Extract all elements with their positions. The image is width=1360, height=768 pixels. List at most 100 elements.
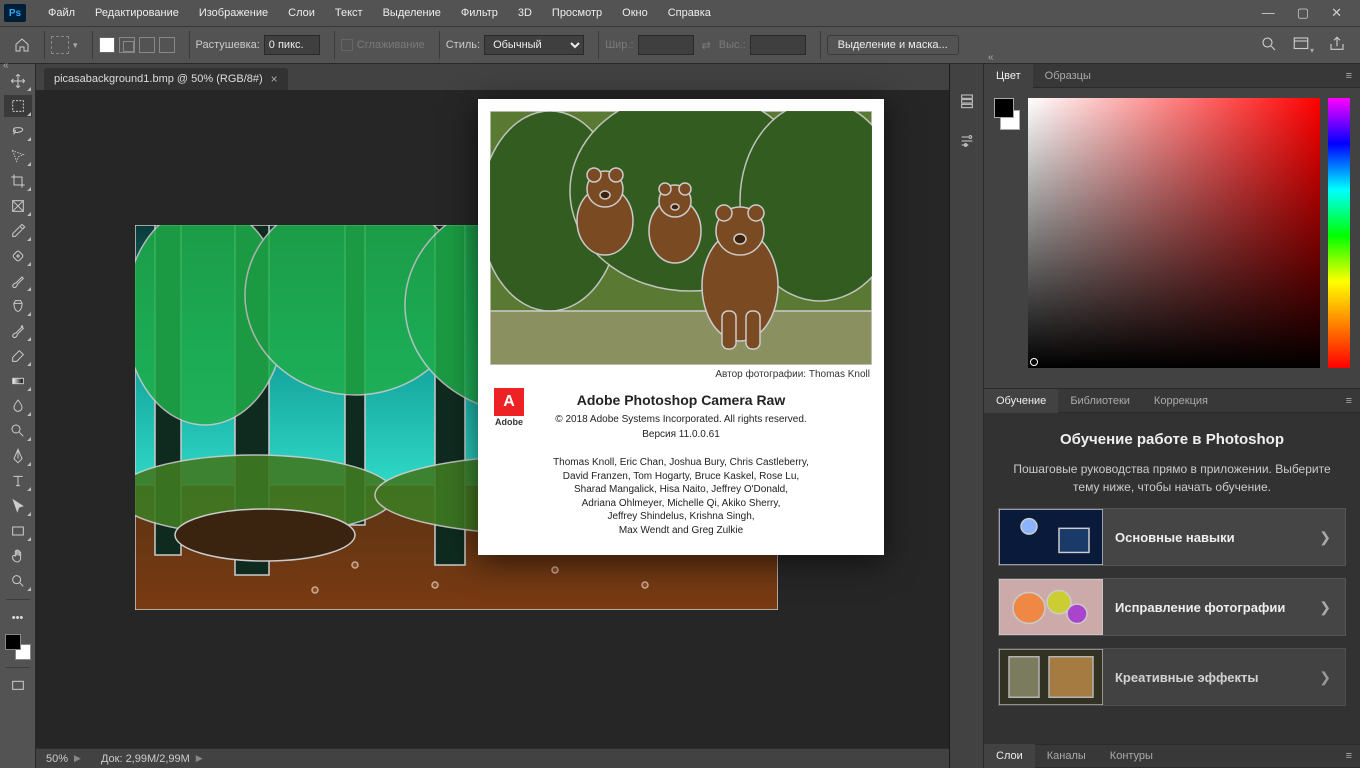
dialog-title: Adobe Photoshop Camera Raw bbox=[498, 390, 864, 410]
menu-file[interactable]: Файл bbox=[38, 3, 85, 23]
panel-menu-icon[interactable]: ≡ bbox=[1338, 395, 1360, 407]
zoom-value[interactable]: 50% bbox=[46, 753, 68, 765]
card-label: Основные навыки bbox=[1103, 530, 1305, 545]
panel-menu-icon[interactable]: ≡ bbox=[1338, 750, 1360, 762]
tool-crop[interactable] bbox=[4, 170, 32, 192]
selection-intersect-icon[interactable] bbox=[159, 37, 175, 53]
panel-menu-icon[interactable]: ≡ bbox=[1338, 70, 1360, 82]
select-and-mask-button[interactable]: Выделение и маска... bbox=[827, 35, 959, 55]
tool-type[interactable] bbox=[4, 470, 32, 492]
hue-slider[interactable] bbox=[1328, 98, 1350, 368]
menu-help[interactable]: Справка bbox=[658, 3, 721, 23]
home-button[interactable] bbox=[8, 32, 36, 58]
tool-marquee[interactable] bbox=[4, 95, 32, 117]
menu-view[interactable]: Просмотр bbox=[542, 3, 612, 23]
window-close-icon[interactable]: ✕ bbox=[1331, 5, 1342, 21]
tool-eraser[interactable] bbox=[4, 345, 32, 367]
selection-new-icon[interactable] bbox=[99, 37, 115, 53]
tab-learn[interactable]: Обучение bbox=[984, 389, 1058, 413]
color-field[interactable] bbox=[1028, 98, 1320, 368]
learn-card-basics[interactable]: Основные навыки ❯ bbox=[998, 508, 1346, 566]
window-minimize-icon[interactable]: ― bbox=[1262, 5, 1275, 21]
dialog-copyright: © 2018 Adobe Systems Incorporated. All r… bbox=[498, 413, 864, 428]
tab-libraries[interactable]: Библиотеки bbox=[1058, 389, 1142, 413]
menu-window[interactable]: Окно bbox=[612, 3, 658, 23]
selection-add-icon[interactable] bbox=[119, 37, 135, 53]
close-tab-icon[interactable]: × bbox=[271, 72, 278, 86]
tool-blur[interactable] bbox=[4, 395, 32, 417]
tab-channels[interactable]: Каналы bbox=[1035, 744, 1098, 768]
tool-pen[interactable] bbox=[4, 445, 32, 467]
style-select[interactable]: Обычный bbox=[484, 35, 584, 55]
smooth-checkbox[interactable] bbox=[341, 39, 353, 51]
swap-wh-icon: ⇄ bbox=[698, 39, 715, 52]
options-bar: ▾ Растушевка: Сглаживание Стиль: Обычный… bbox=[0, 26, 1360, 64]
learn-card-creative[interactable]: Креативные эффекты ❯ bbox=[998, 648, 1346, 706]
card-label: Исправление фотографии bbox=[1103, 600, 1305, 615]
learn-card-fix-photo[interactable]: Исправление фотографии ❯ bbox=[998, 578, 1346, 636]
color-panel-tabs: Цвет Образцы ≡ bbox=[984, 64, 1360, 88]
mid-panel-tabs: Обучение Библиотеки Коррекция ≡ bbox=[984, 389, 1360, 413]
tool-screenmode[interactable] bbox=[4, 675, 32, 697]
color-swatches[interactable] bbox=[5, 634, 31, 660]
adobe-logo: A Adobe bbox=[492, 388, 526, 427]
adobe-logo-text: Adobe bbox=[492, 418, 526, 427]
share-icon[interactable] bbox=[1328, 35, 1346, 56]
dialog-hero-image bbox=[490, 111, 872, 365]
menu-text[interactable]: Текст bbox=[325, 3, 373, 23]
selection-subtract-icon[interactable] bbox=[139, 37, 155, 53]
menu-filter[interactable]: Фильтр bbox=[451, 3, 508, 23]
tab-color[interactable]: Цвет bbox=[984, 64, 1033, 88]
menu-layers[interactable]: Слои bbox=[278, 3, 325, 23]
document-tab-label: picasabackground1.bmp @ 50% (RGB/8#) bbox=[54, 73, 263, 85]
properties-panel-icon[interactable] bbox=[956, 130, 978, 152]
tool-move[interactable] bbox=[4, 70, 32, 92]
doc-size[interactable]: Док: 2,99M/2,99M bbox=[101, 753, 190, 765]
tool-rectangle[interactable] bbox=[4, 520, 32, 542]
card-thumb bbox=[999, 579, 1103, 635]
tool-lasso[interactable] bbox=[4, 120, 32, 142]
tool-healing[interactable] bbox=[4, 245, 32, 267]
height-input bbox=[750, 35, 806, 55]
tool-gradient[interactable] bbox=[4, 370, 32, 392]
dropdown-caret-icon[interactable]: ▾ bbox=[73, 40, 78, 51]
tab-paths[interactable]: Контуры bbox=[1098, 744, 1165, 768]
tool-history-brush[interactable] bbox=[4, 320, 32, 342]
document-tabs: picasabackground1.bmp @ 50% (RGB/8#) × bbox=[36, 64, 949, 90]
window-maximize-icon[interactable]: ▢ bbox=[1297, 5, 1309, 21]
tool-dodge[interactable] bbox=[4, 420, 32, 442]
tool-frame[interactable] bbox=[4, 195, 32, 217]
history-panel-icon[interactable] bbox=[956, 90, 978, 112]
menu-edit[interactable]: Редактирование bbox=[85, 3, 189, 23]
tab-adjustments[interactable]: Коррекция bbox=[1142, 389, 1220, 413]
zoom-caret-icon[interactable]: ▶ bbox=[74, 753, 81, 764]
tool-zoom[interactable] bbox=[4, 570, 32, 592]
tool-hand[interactable] bbox=[4, 545, 32, 567]
tab-swatches[interactable]: Образцы bbox=[1033, 64, 1103, 88]
docinfo-caret-icon[interactable]: ▶ bbox=[196, 753, 203, 764]
tool-clone[interactable] bbox=[4, 295, 32, 317]
tool-quick-select[interactable] bbox=[4, 145, 32, 167]
color-panel-swatches[interactable] bbox=[994, 98, 1020, 130]
menu-3d[interactable]: 3D bbox=[508, 3, 542, 23]
about-camera-raw-dialog[interactable]: Автор фотографии: Thomas Knoll A Adobe A… bbox=[478, 99, 884, 555]
chevron-right-icon: ❯ bbox=[1305, 529, 1345, 546]
feather-input[interactable] bbox=[264, 35, 320, 55]
bottom-panel-tabs: Слои Каналы Контуры ≡ bbox=[984, 744, 1360, 768]
tab-layers[interactable]: Слои bbox=[984, 744, 1035, 768]
menu-image[interactable]: Изображение bbox=[189, 3, 278, 23]
document-tab[interactable]: picasabackground1.bmp @ 50% (RGB/8#) × bbox=[44, 68, 288, 90]
workspace-switcher-icon[interactable]: ▾ bbox=[1292, 35, 1314, 56]
collapsed-dock bbox=[950, 64, 984, 768]
feather-label: Растушевка: bbox=[196, 39, 260, 51]
search-icon[interactable] bbox=[1260, 35, 1278, 56]
dialog-version: Версия 11.0.0.61 bbox=[498, 428, 864, 443]
tool-eyedropper[interactable] bbox=[4, 220, 32, 242]
chevron-right-icon: ❯ bbox=[1305, 669, 1345, 686]
card-thumb bbox=[999, 649, 1103, 705]
marquee-indicator-icon[interactable] bbox=[51, 36, 69, 54]
tool-edit-toolbar[interactable]: ••• bbox=[4, 607, 32, 629]
menu-select[interactable]: Выделение bbox=[373, 3, 451, 23]
tool-brush[interactable] bbox=[4, 270, 32, 292]
tool-path-select[interactable] bbox=[4, 495, 32, 517]
